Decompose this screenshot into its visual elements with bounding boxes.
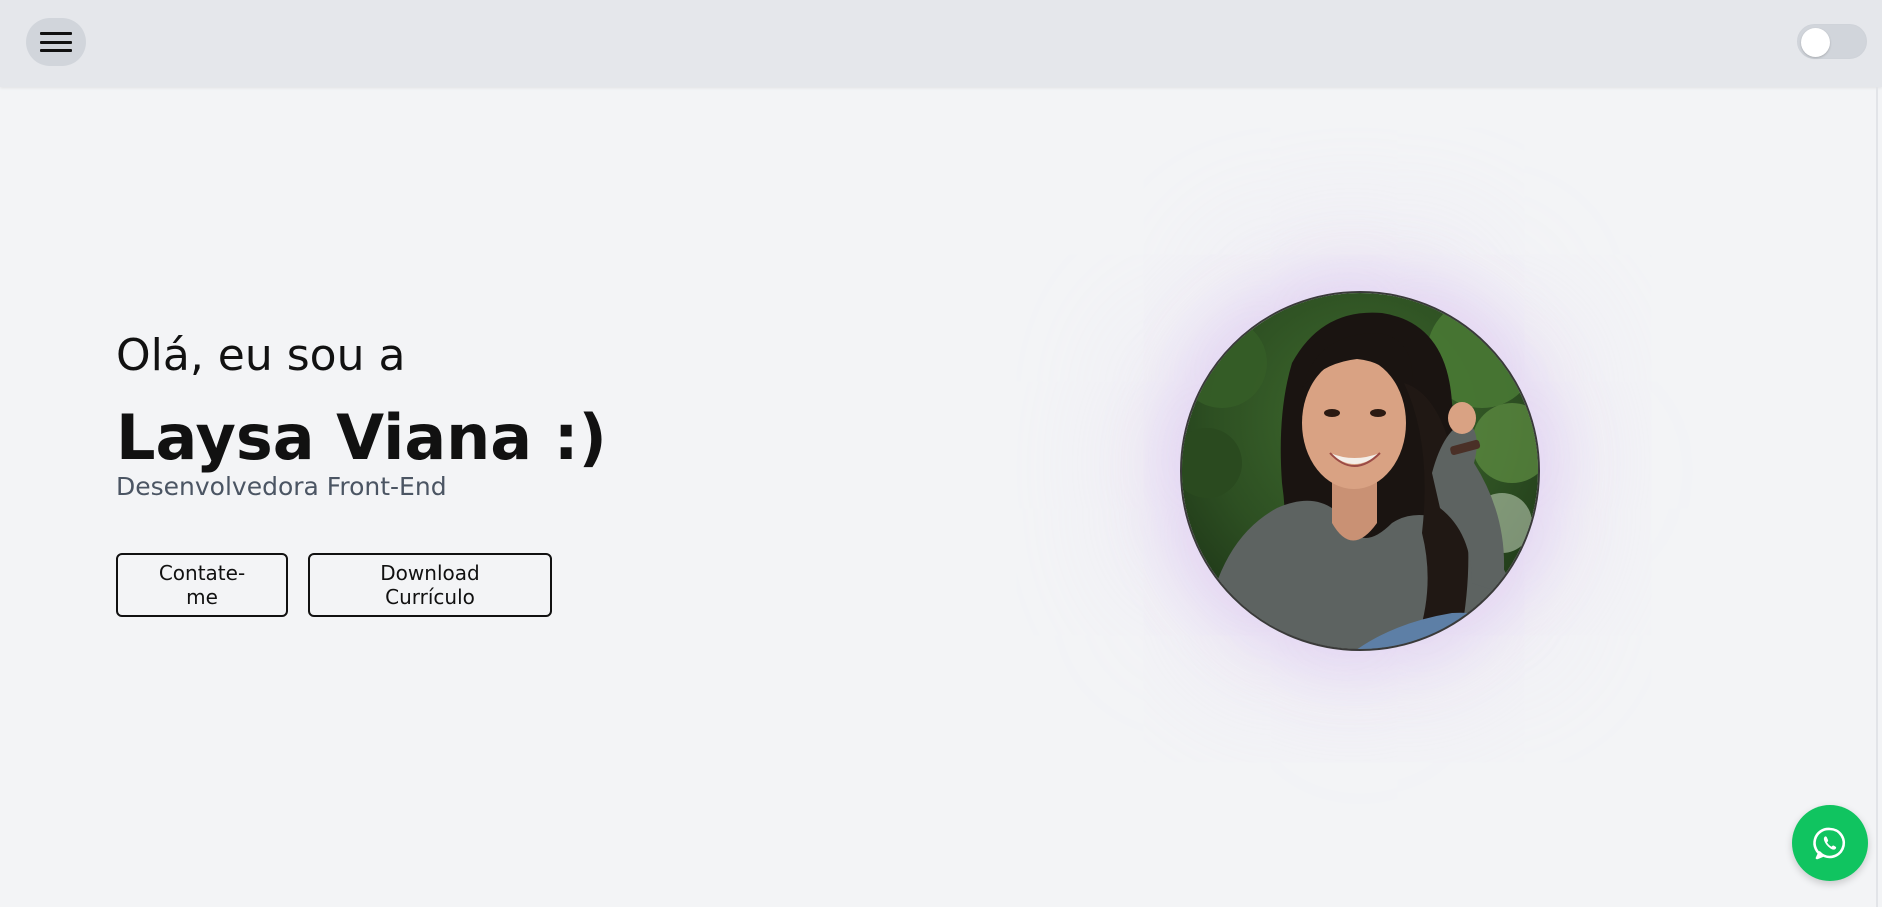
hero-buttons: Contate-me Download Currículo (116, 553, 816, 617)
toggle-knob (1801, 28, 1830, 57)
download-cv-button[interactable]: Download Currículo (308, 553, 552, 617)
hero-name: Laysa Viana :) (116, 401, 607, 474)
whatsapp-icon (1813, 827, 1846, 860)
scrollbar-track (1876, 87, 1878, 907)
theme-toggle[interactable] (1797, 24, 1867, 59)
hero-section: Olá, eu sou a Laysa Viana :) Desenvolved… (116, 330, 816, 617)
profile-photo (1180, 291, 1540, 651)
hamburger-icon (40, 32, 72, 52)
whatsapp-button[interactable] (1792, 805, 1868, 881)
hero-greeting: Olá, eu sou a (116, 330, 406, 381)
menu-button[interactable] (26, 18, 86, 66)
hero-role: Desenvolvedora Front-End (116, 472, 447, 501)
top-navbar (0, 0, 1882, 87)
contact-button[interactable]: Contate-me (116, 553, 288, 617)
